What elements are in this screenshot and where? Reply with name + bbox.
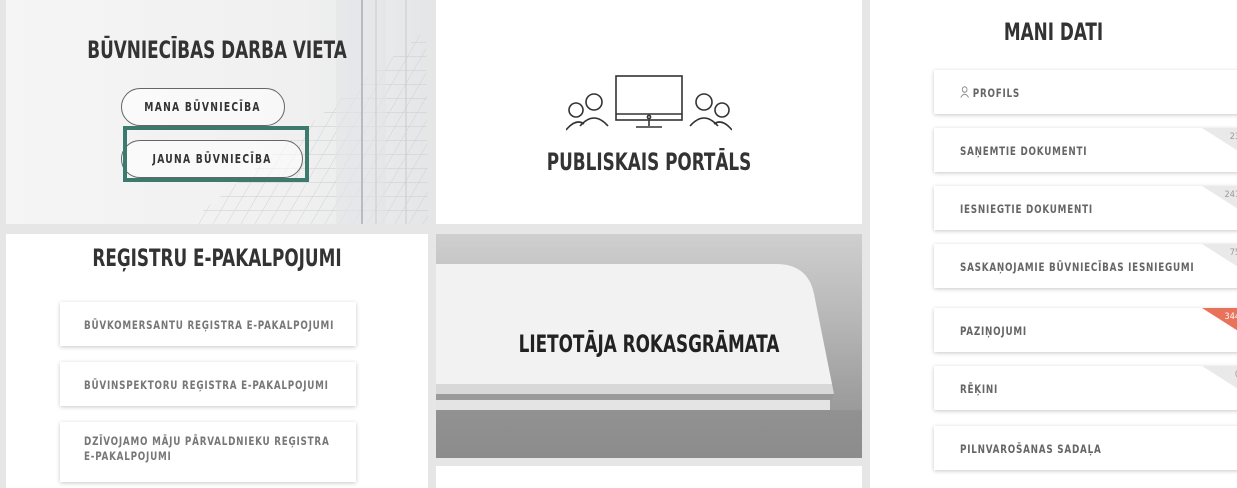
- public-portal-tile[interactable]: PUBLISKAIS PORTĀLS: [436, 0, 862, 224]
- user-manual-title: LIETOTĀJA ROKASGRĀMATA: [518, 330, 780, 358]
- count-badge: 23: [1229, 132, 1237, 142]
- registry-item-label: BŪVKOMERSANTU REĢISTRA E-PAKALPOJUMI: [84, 318, 335, 332]
- invoices-label: RĒĶINI: [960, 382, 999, 396]
- presentation-people-icon: [566, 75, 732, 131]
- my-data-panel: MANI DATI PROFILS 23 SAŅEMTIE DOKUMENTI …: [870, 0, 1237, 488]
- submitted-documents-label: IESNIEGTIE DOKUMENTI: [960, 202, 1093, 216]
- notifications-label: PAZIŅOJUMI: [960, 324, 1027, 338]
- registry-services-title: REĢISTRU E-PAKALPOJUMI: [92, 244, 342, 272]
- my-data-received-documents[interactable]: 23 SAŅEMTIE DOKUMENTI: [934, 128, 1237, 172]
- my-construction-button[interactable]: MANA BŪVNIECĪBA: [121, 88, 285, 126]
- authorization-section-label: PILNVAROŠANAS SADAĻA: [960, 442, 1102, 456]
- approval-applications-label: SASKAŅOJAMIE BŪVNIECĪBAS IESNIEGUMI: [960, 260, 1195, 274]
- construction-workplace-title: BŪVNIECĪBAS DARBA VIETA: [87, 36, 347, 64]
- my-data-authorization-section[interactable]: PILNVAROŠANAS SADAĻA: [934, 426, 1237, 470]
- user-icon: [960, 86, 970, 98]
- profile-label-wrap: PROFILS: [960, 86, 1020, 100]
- next-tile-partial: [436, 466, 862, 488]
- count-corner: [1202, 366, 1237, 394]
- count-badge: 344: [1224, 312, 1237, 322]
- my-data-profile[interactable]: PROFILS: [934, 70, 1237, 114]
- construction-workplace-tile: BŪVNIECĪBAS DARBA VIETA MANA BŪVNIECĪBA …: [6, 0, 428, 224]
- my-data-approval-applications[interactable]: 75 SASKAŅOJAMIE BŪVNIECĪBAS IESNIEGUMI: [934, 244, 1237, 288]
- registry-item-contractors[interactable]: BŪVKOMERSANTU REĢISTRA E-PAKALPOJUMI: [60, 302, 356, 346]
- count-badge: 241: [1224, 190, 1237, 200]
- my-data-title: MANI DATI: [1003, 18, 1104, 46]
- my-data-invoices[interactable]: 0 RĒĶINI: [934, 366, 1237, 410]
- public-portal-title: PUBLISKAIS PORTĀLS: [546, 148, 752, 176]
- registry-services-tile: REĢISTRU E-PAKALPOJUMI BŪVKOMERSANTU REĢ…: [6, 234, 428, 488]
- registry-item-label: BŪVINSPEKTORU REĢISTRA E-PAKALPOJUMI: [84, 378, 329, 392]
- received-documents-label: SAŅEMTIE DOKUMENTI: [960, 144, 1088, 158]
- new-construction-highlight: [123, 126, 309, 182]
- registry-item-house-managers[interactable]: DZĪVOJAMO MĀJU PĀRVALDNIEKU REĢISTRA E-P…: [60, 422, 356, 482]
- registry-item-label: DZĪVOJAMO MĀJU PĀRVALDNIEKU REĢISTRA E-P…: [84, 434, 330, 463]
- my-data-submitted-documents[interactable]: 241 IESNIEGTIE DOKUMENTI: [934, 186, 1237, 230]
- user-manual-tile[interactable]: LIETOTĀJA ROKASGRĀMATA: [436, 234, 862, 458]
- my-construction-label: MANA BŪVNIECĪBA: [144, 100, 262, 114]
- registry-item-inspectors[interactable]: BŪVINSPEKTORU REĢISTRA E-PAKALPOJUMI: [60, 362, 356, 406]
- profile-label: PROFILS: [972, 86, 1021, 100]
- my-data-notifications[interactable]: 344 PAZIŅOJUMI: [934, 308, 1237, 352]
- count-badge: 75: [1229, 248, 1237, 258]
